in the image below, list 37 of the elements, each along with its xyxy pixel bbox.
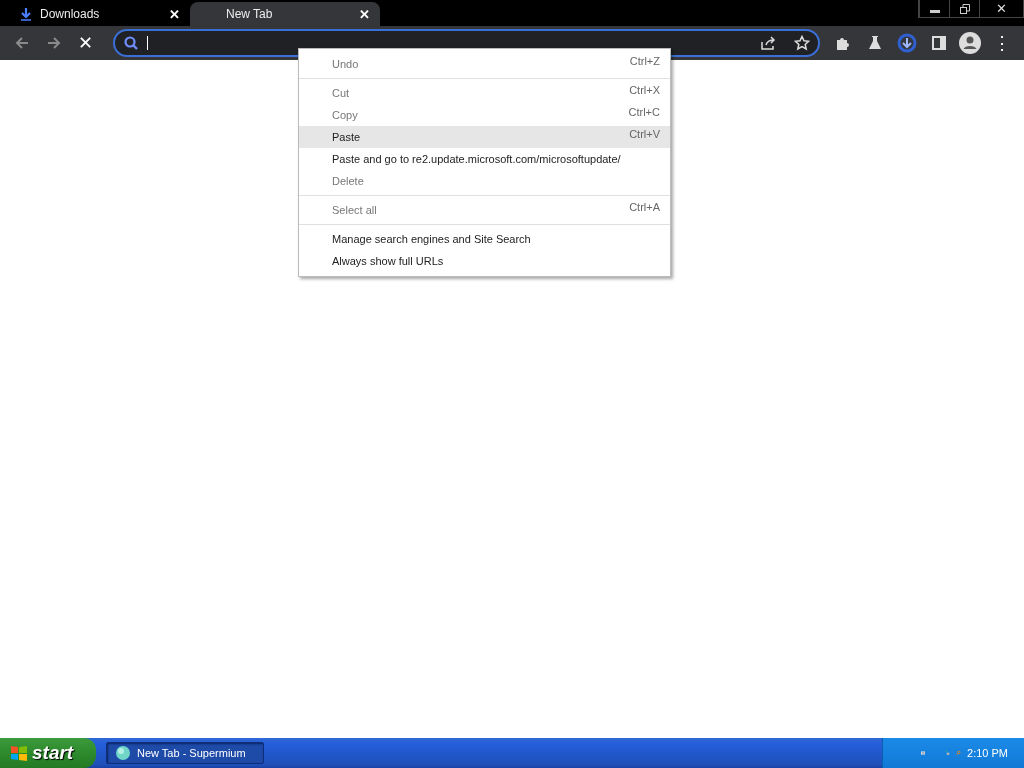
menu-item[interactable]: Paste and go to re2.update.microsoft.com/microsoftupdate/ [299, 148, 670, 170]
download-icon [20, 7, 32, 21]
stop-button[interactable]: ✕ [69, 27, 102, 59]
forward-arrow-icon [45, 35, 62, 51]
clock: 2:10 PM [967, 747, 1008, 759]
browser-tab[interactable]: New Tab ✕ [190, 2, 380, 26]
start-button[interactable]: start [0, 738, 96, 768]
taskbar-button[interactable]: New Tab - Supermium [106, 742, 264, 764]
minimize-icon [929, 10, 940, 13]
menu-button[interactable]: ⋮ [986, 27, 1018, 59]
menu-item[interactable]: Manage search engines and Site Search [299, 228, 670, 250]
restore-icon [959, 3, 970, 14]
avatar-icon [959, 32, 982, 54]
text-cursor [147, 36, 149, 50]
shortcut-label: Ctrl+X [629, 84, 660, 96]
keyboard-icon [921, 748, 926, 758]
menu-item[interactable]: Always show full URLs [299, 250, 670, 272]
flask-icon [867, 35, 884, 51]
tab-close-button[interactable]: ✕ [169, 6, 180, 22]
tab-title: New Tab [226, 7, 274, 21]
windows-logo-icon [10, 744, 28, 762]
shortcut-label: Ctrl+Z [629, 55, 660, 67]
side-panel-icon [930, 35, 947, 51]
menu-item[interactable]: Paste Ctrl+V [299, 126, 670, 148]
download-progress-icon [896, 33, 917, 53]
shortcut-label: Ctrl+C [628, 106, 660, 118]
shortcut-label: Ctrl+A [629, 201, 660, 213]
back-arrow-icon [13, 35, 30, 51]
puzzle-icon [835, 35, 852, 51]
star-icon[interactable] [793, 35, 810, 51]
globe-icon [115, 745, 131, 761]
browser-tab[interactable]: Downloads ✕ [0, 2, 190, 26]
search-icon [123, 35, 140, 51]
tab-title: Downloads [40, 7, 101, 21]
tab-close-button[interactable]: ✕ [359, 6, 370, 22]
share-icon[interactable] [759, 35, 776, 51]
shortcut-label: Ctrl+V [629, 128, 660, 140]
